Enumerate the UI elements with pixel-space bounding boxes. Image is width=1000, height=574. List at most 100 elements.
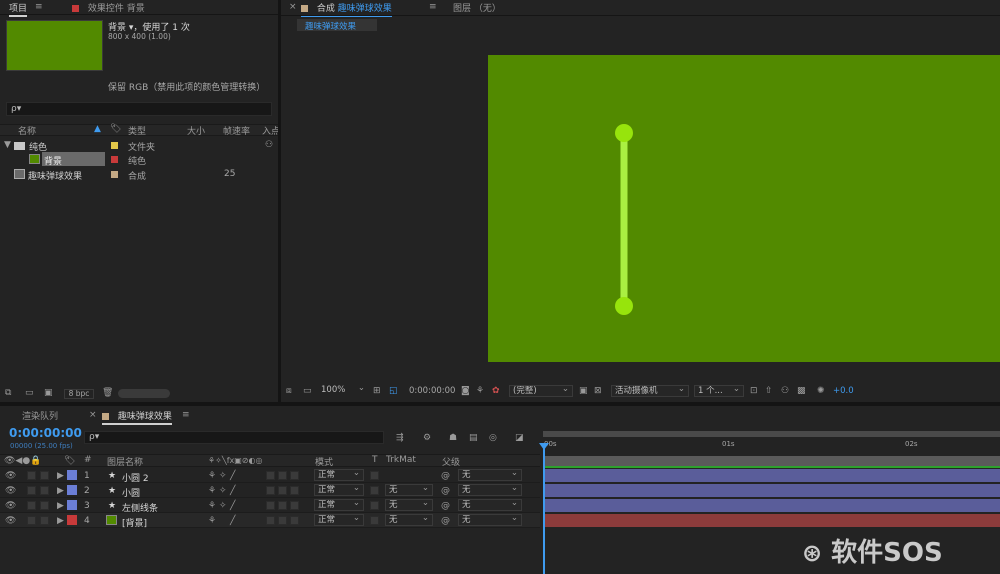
label-tag-icon[interactable]: 🏷: [110, 124, 121, 134]
graph-editor-icon[interactable]: ◪: [515, 433, 524, 443]
col-fps[interactable]: 帧速率: [223, 124, 250, 137]
close-tab-icon[interactable]: ×: [289, 2, 297, 12]
color-channel-icon[interactable]: ✿: [492, 386, 500, 396]
layer-row[interactable]: 👁 ▶ 4 [背景] ⚘ ╱ 正常 无 @ 无: [0, 513, 540, 529]
parent-dropdown[interactable]: 无: [458, 499, 522, 511]
pick-whip-icon[interactable]: @: [441, 516, 450, 526]
quality-switch-icon[interactable]: ╱: [230, 501, 235, 511]
comp-canvas-area[interactable]: [281, 34, 1000, 380]
comp-sub-tab[interactable]: 趣味弹球效果: [297, 19, 377, 32]
project-search-input[interactable]: ρ▾: [6, 102, 272, 116]
flowchart-icon[interactable]: ⚇: [265, 140, 273, 150]
effect-switch[interactable]: [266, 516, 275, 525]
playhead-icon[interactable]: [539, 443, 549, 450]
list-item[interactable]: 趣味弹球效果 合成 25: [0, 167, 278, 182]
lock-toggle[interactable]: [40, 516, 49, 525]
layer-label-color[interactable]: [67, 485, 77, 495]
project-scrollbar[interactable]: [118, 389, 170, 398]
preserve-transparency-toggle[interactable]: [370, 471, 379, 480]
effect-switch[interactable]: [266, 471, 275, 480]
audio-toggle[interactable]: [27, 471, 36, 480]
expand-arrow-icon[interactable]: ▶: [57, 471, 64, 481]
expand-arrow-icon[interactable]: ▶: [57, 501, 64, 511]
collapse-switch-icon[interactable]: ✧: [219, 486, 227, 496]
col-layer-name[interactable]: 图层名称: [107, 455, 143, 468]
hamburger-icon[interactable]: ≡: [182, 410, 190, 420]
expand-arrow-icon[interactable]: ▶: [57, 486, 64, 496]
motion-blur-switch[interactable]: [290, 486, 299, 495]
col-mode[interactable]: 模式: [315, 455, 333, 468]
resolution-dropdown[interactable]: (完整): [509, 385, 573, 397]
comp-mini-flowchart-icon[interactable]: ⇶: [396, 433, 404, 443]
timeline-timecode[interactable]: 0:00:00:00: [9, 426, 82, 440]
views-dropdown[interactable]: 1 个...: [694, 385, 744, 397]
trash-icon[interactable]: 🗑: [102, 388, 113, 398]
always-preview-icon[interactable]: ⧈: [286, 386, 292, 396]
frame-blend-switch[interactable]: [278, 471, 287, 480]
col-name[interactable]: 名称: [18, 124, 36, 137]
tab-layer[interactable]: 图层 （无）: [453, 1, 501, 14]
frame-blend-switch[interactable]: [278, 501, 287, 510]
tab-effect-controls[interactable]: 效果控件 背景: [72, 1, 145, 14]
close-tab-icon[interactable]: ×: [89, 410, 97, 420]
layer-label-color[interactable]: [67, 515, 77, 525]
flowchart-icon[interactable]: ⚇: [781, 386, 789, 396]
grid-icon[interactable]: ⊞: [373, 386, 381, 396]
audio-toggle[interactable]: [27, 501, 36, 510]
new-folder-icon[interactable]: ▭: [25, 388, 34, 398]
transparency-grid-icon[interactable]: ⊠: [594, 386, 602, 396]
bpc-button[interactable]: 8 bpc: [64, 389, 94, 399]
parent-dropdown[interactable]: 无: [458, 469, 522, 481]
motion-blur-switch[interactable]: [290, 516, 299, 525]
pick-whip-icon[interactable]: @: [441, 471, 450, 481]
lock-toggle[interactable]: [40, 471, 49, 480]
motion-blur-switch[interactable]: [290, 501, 299, 510]
shy-switch-icon[interactable]: ⚘: [208, 486, 216, 496]
audio-toggle[interactable]: [27, 516, 36, 525]
work-area-bar[interactable]: [543, 431, 1000, 437]
reset-exposure-icon[interactable]: ⇧: [765, 386, 773, 396]
frame-blending-icon[interactable]: ▤: [469, 433, 478, 443]
hamburger-icon[interactable]: ≡: [429, 2, 437, 12]
quality-switch-icon[interactable]: ╱: [230, 486, 235, 496]
shy-switch-icon[interactable]: ⚘: [208, 471, 216, 481]
mode-dropdown[interactable]: 正常: [314, 469, 364, 481]
audio-toggle[interactable]: [27, 486, 36, 495]
hamburger-icon[interactable]: ≡: [35, 2, 43, 12]
layer-track-bar[interactable]: [543, 469, 1000, 482]
trkmat-dropdown[interactable]: 无: [385, 514, 433, 526]
trkmat-dropdown[interactable]: 无: [385, 499, 433, 511]
col-parent[interactable]: 父级: [442, 455, 460, 468]
shy-switch-icon[interactable]: ⚘: [208, 516, 216, 526]
mode-dropdown[interactable]: 正常: [314, 499, 364, 511]
camera-snapshot-icon[interactable]: ◙: [461, 386, 470, 396]
tab-timeline-comp[interactable]: 趣味弹球效果: [102, 409, 172, 425]
layer-track-bar[interactable]: [543, 514, 1000, 527]
layer-name[interactable]: [背景]: [122, 516, 147, 529]
frame-blend-switch[interactable]: [278, 486, 287, 495]
collapse-switch-icon[interactable]: ✧: [219, 471, 227, 481]
col-size[interactable]: 大小: [187, 124, 205, 137]
layer-track-bar[interactable]: [543, 499, 1000, 512]
layer-row[interactable]: 👁 ▶ 2 ★ 小圆 ⚘ ✧ ╱ 正常 无 @ 无: [0, 483, 540, 499]
preserve-transparency-toggle[interactable]: [370, 516, 379, 525]
region-of-interest-icon[interactable]: ▣: [579, 386, 588, 396]
interpret-footage-icon[interactable]: ⧉: [5, 388, 11, 398]
camera-dropdown[interactable]: 活动摄像机: [611, 385, 689, 397]
expand-arrow-icon[interactable]: ▼: [4, 140, 11, 150]
layer-label-color[interactable]: [67, 470, 77, 480]
pick-whip-icon[interactable]: @: [441, 501, 450, 511]
monitor-icon[interactable]: ▭: [303, 386, 312, 396]
lock-toggle[interactable]: [40, 501, 49, 510]
quality-switch-icon[interactable]: ╱: [230, 471, 235, 481]
list-item[interactable]: ▼ 纯色 文件夹: [0, 138, 278, 153]
shy-switch-icon[interactable]: ⚘: [208, 501, 216, 511]
eye-icon[interactable]: 👁: [5, 501, 16, 511]
parent-dropdown[interactable]: 无: [458, 514, 522, 526]
eye-icon[interactable]: 👁: [5, 471, 16, 481]
eye-icon[interactable]: 👁: [5, 516, 16, 526]
mode-dropdown[interactable]: 正常: [314, 514, 364, 526]
effect-switch[interactable]: [266, 501, 275, 510]
fast-preview-icon[interactable]: ▩: [797, 386, 806, 396]
current-time-indicator[interactable]: [543, 446, 545, 574]
